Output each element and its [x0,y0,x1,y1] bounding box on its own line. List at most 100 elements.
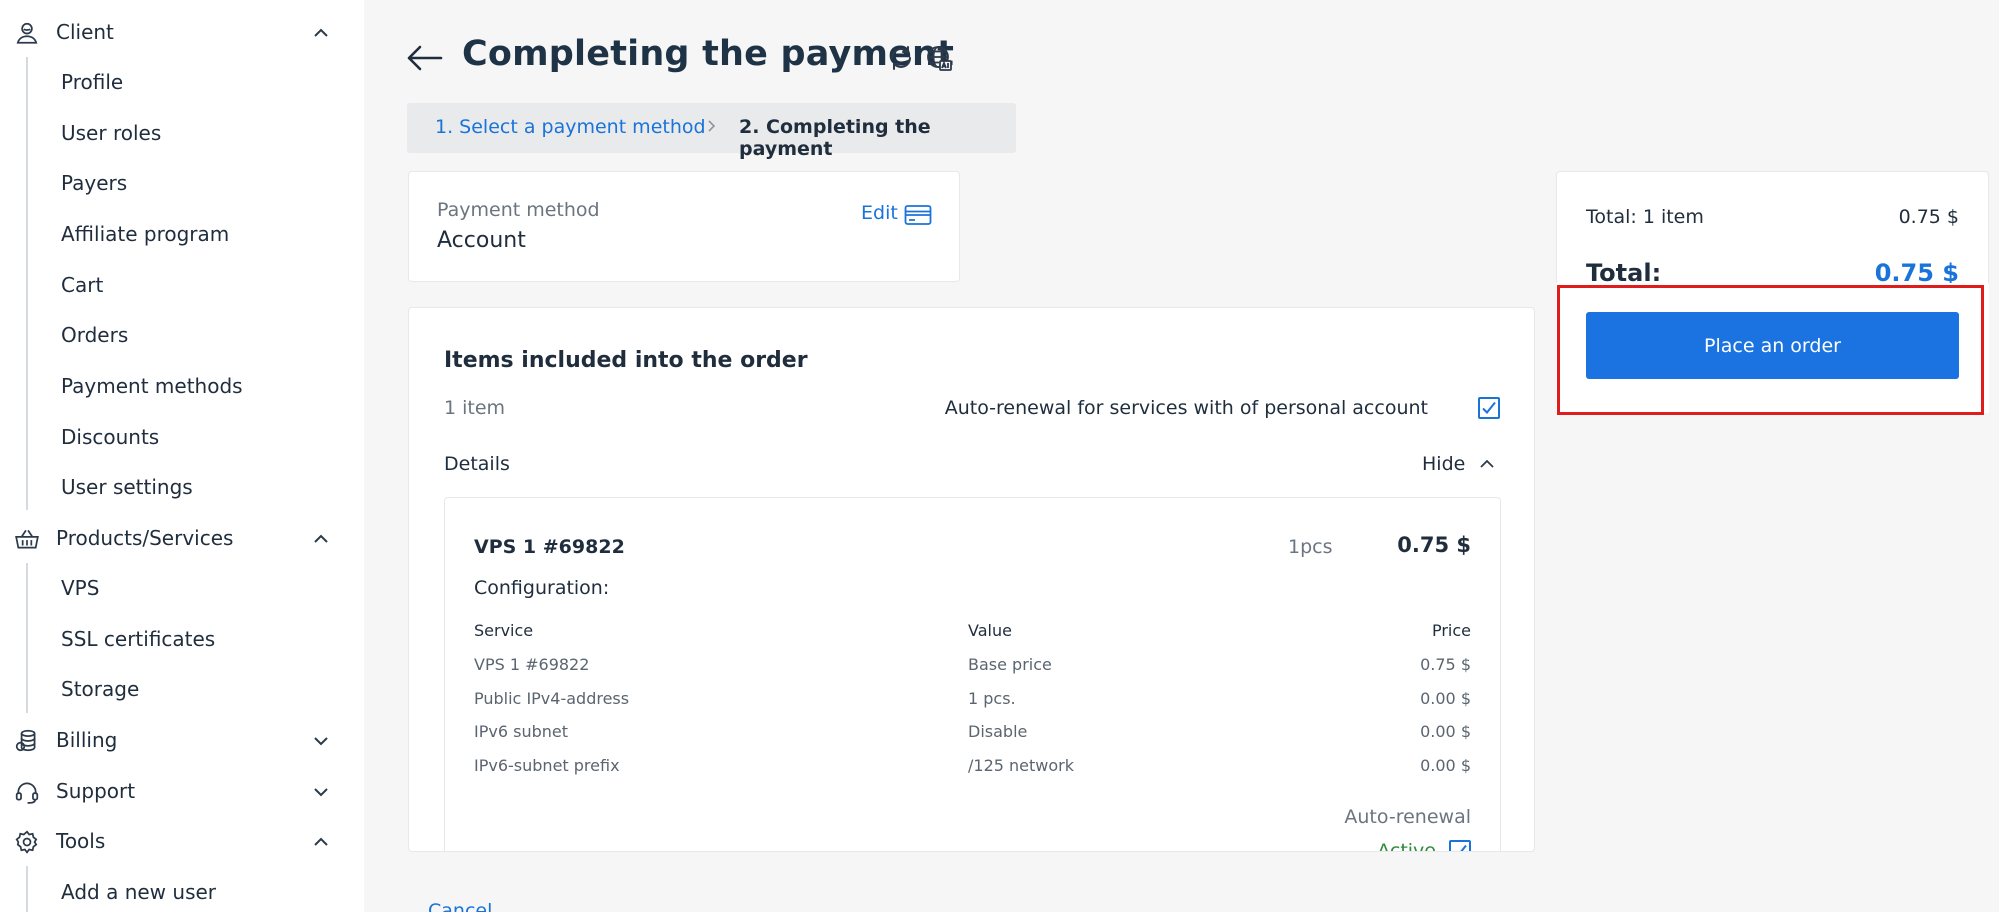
chevron-down-icon [312,783,330,801]
cell-price: 0.00 $ [1420,756,1471,775]
summary-items-label: Total: 1 item [1586,206,1704,228]
chevron-up-icon[interactable] [1478,455,1496,473]
cell-price: 0.75 $ [1420,655,1471,674]
payment-method-label: Payment method [437,199,600,221]
auto-renewal-label: Auto-renewal for services with of person… [944,397,1428,419]
cell-service: Public IPv4-address [474,689,630,708]
gear-icon [14,829,40,855]
sidebar-item-add-new-user[interactable]: Add a new user [0,867,364,912]
sidebar-section-label: Products/Services [56,526,234,550]
globe-icon[interactable] [925,44,953,72]
page-title: Completing the payment [462,34,955,74]
service-quantity: 1pcs [1288,536,1333,558]
sidebar-item-user-roles[interactable]: User roles [0,108,364,158]
user-icon [14,20,40,46]
table-row: IPv6 subnet Disable 0.00 $ [474,722,1471,744]
column-header-price: Price [1431,621,1471,640]
sidebar-section-client[interactable]: Client [0,7,364,57]
cell-price: 0.00 $ [1420,722,1471,741]
sidebar-item-label: VPS [61,576,100,600]
sidebar-item-label: User roles [61,121,162,145]
headset-icon [14,779,40,805]
summary-items-value: 0.75 $ [1898,206,1959,228]
sidebar-item-orders[interactable]: Orders [0,310,364,360]
coins-icon [14,728,40,754]
configuration-label: Configuration: [474,577,610,599]
sidebar-item-user-settings[interactable]: User settings [0,462,364,512]
cell-value: Disable [968,722,1028,741]
column-header-service: Service [474,621,534,640]
chevron-up-icon [312,24,330,42]
cell-price: 0.00 $ [1420,689,1471,708]
sidebar-item-label: Storage [61,677,140,701]
sidebar-item-label: Affiliate program [61,222,230,246]
breadcrumb: 1. Select a payment method 2. Completing… [407,103,1016,160]
sidebar-item-discounts[interactable]: Discounts [0,412,364,462]
service-auto-renewal-checkbox[interactable] [1449,840,1471,851]
cell-value: /125 network [968,756,1074,775]
sidebar-section-label: Client [56,20,114,44]
order-summary-card: Total: 1 item 0.75 $ Total: 0.75 $ [1556,171,1989,291]
details-label: Details [444,453,510,475]
order-items-card: Items included into the order 1 item Aut… [408,307,1535,852]
sidebar-item-payers[interactable]: Payers [0,158,364,208]
sidebar-item-label: Orders [61,323,129,347]
service-auto-renewal-label: Auto-renewal [1344,806,1471,828]
breadcrumb-step-current: 2. Completing the payment [739,116,931,160]
table-row: Public IPv4-address 1 pcs. 0.00 $ [474,689,1471,711]
arrow-left-icon[interactable] [406,42,444,74]
sidebar-item-label: Payers [61,171,128,195]
sidebar-item-vps[interactable]: VPS [0,563,364,613]
cancel-link[interactable]: Cancel [428,900,492,912]
service-item: VPS 1 #69822 1pcs 0.75 $ Configuration: … [444,497,1501,852]
sidebar-item-label: Cart [61,273,104,297]
table-row: VPS 1 #69822 Base price 0.75 $ [474,655,1471,677]
cell-value: 1 pcs. [968,689,1016,708]
order-item-count: 1 item [444,397,506,419]
sidebar-item-storage[interactable]: Storage [0,664,364,714]
sidebar-item-cart[interactable]: Cart [0,260,364,310]
sidebar-section-label: Billing [56,728,118,752]
sidebar-item-label: Profile [61,70,124,94]
sidebar-item-payment-methods[interactable]: Payment methods [0,361,364,411]
cell-service: IPv6 subnet [474,722,568,741]
basket-icon [14,526,40,552]
order-items-title: Items included into the order [444,348,808,373]
payment-method-value: Account [437,228,526,253]
sidebar: Client Profile User roles Payers Affilia… [0,0,364,912]
chevron-up-icon [312,833,330,851]
sidebar-item-label: SSL certificates [61,627,216,651]
sidebar-item-label: User settings [61,475,193,499]
cell-service: IPv6-subnet prefix [474,756,620,775]
service-auto-renewal-status: Active [1377,840,1436,852]
refresh-icon[interactable] [887,44,915,72]
auto-renewal-checkbox[interactable] [1478,397,1500,419]
table-row: IPv6-subnet prefix /125 network 0.00 $ [474,756,1471,778]
chevron-right-icon [706,116,718,136]
sidebar-section-label: Tools [56,829,106,853]
sidebar-section-label: Support [56,779,136,803]
column-header-value: Value [968,621,1012,640]
breadcrumb-step-select-payment-method[interactable]: 1. Select a payment method [435,116,706,138]
service-name: VPS 1 #69822 [474,536,625,558]
credit-card-icon[interactable] [904,204,932,226]
sidebar-item-label: Add a new user [61,880,217,904]
sidebar-item-label: Discounts [61,425,160,449]
sidebar-item-ssl-certificates[interactable]: SSL certificates [0,614,364,664]
sidebar-section-tools[interactable]: Tools [0,816,364,866]
highlight-box [1557,285,1984,415]
chevron-up-icon [312,530,330,548]
hide-details-toggle[interactable]: Hide [1422,453,1465,475]
config-table-header: Service Value Price [474,621,1471,643]
cell-value: Base price [968,655,1052,674]
sidebar-section-products-services[interactable]: Products/Services [0,513,364,563]
chevron-down-icon [312,732,330,750]
sidebar-section-support[interactable]: Support [0,766,364,816]
service-price: 0.75 $ [1397,533,1471,557]
sidebar-item-affiliate-program[interactable]: Affiliate program [0,209,364,259]
payment-method-card: Payment method Account Edit [408,171,960,282]
sidebar-section-billing[interactable]: Billing [0,715,364,765]
sidebar-item-profile[interactable]: Profile [0,57,364,107]
edit-payment-method-link[interactable]: Edit [861,202,898,224]
sidebar-item-label: Payment methods [61,374,243,398]
